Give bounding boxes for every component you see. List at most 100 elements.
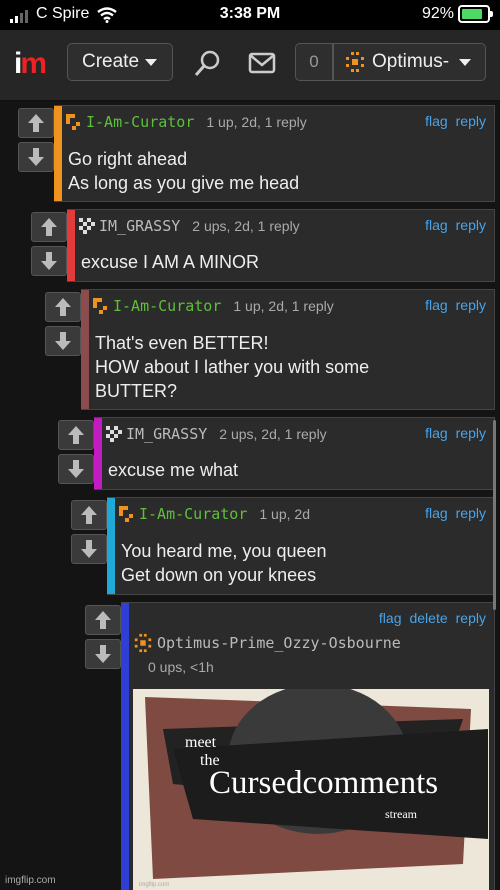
thread-bar (67, 210, 75, 281)
comment: I-Am-Curator 1 up, 2d, 1 reply flag repl… (45, 289, 495, 410)
comment-username[interactable]: I-Am-Curator (139, 505, 247, 523)
thread-bar (81, 290, 89, 409)
upvote-button[interactable] (71, 500, 107, 530)
comment-actions: flag reply (425, 217, 486, 233)
reply-link[interactable]: reply (456, 113, 486, 129)
flag-link[interactable]: flag (425, 217, 448, 233)
comment: IM_GRASSY 2 ups, 2d, 1 reply flag reply … (58, 417, 495, 490)
flag-link[interactable]: flag (425, 425, 448, 441)
downvote-button[interactable] (71, 534, 107, 564)
comment-actions: flag delete reply (379, 610, 486, 626)
create-label: Create (82, 51, 140, 72)
thread-bar (107, 498, 115, 594)
vote-controls (69, 498, 107, 568)
user-avatar-icon (93, 298, 107, 314)
arrow-down-icon (41, 252, 57, 270)
downvote-button[interactable] (58, 454, 94, 484)
create-button[interactable]: Create (67, 43, 173, 81)
search-icon[interactable] (193, 48, 223, 78)
status-bar: C Spire 3:38 PM 92% (0, 0, 500, 30)
imgflip-logo[interactable]: im (14, 47, 47, 81)
scrollbar[interactable] (493, 420, 496, 610)
notification-count-button[interactable]: 0 (295, 43, 333, 81)
comment: I-Am-Curator 1 up, 2d flag reply You hea… (71, 497, 495, 595)
user-avatar-icon (106, 426, 122, 442)
chevron-down-icon (145, 58, 158, 66)
vote-controls (43, 290, 81, 360)
imgflip-watermark: imgflip.com (5, 875, 56, 886)
downvote-button[interactable] (31, 246, 67, 276)
vote-controls (29, 210, 67, 280)
comment-text: excuse I AM A MINOR (81, 252, 260, 272)
comment-meta: 1 up, 2d, 1 reply (233, 298, 334, 314)
comment-username[interactable]: I-Am-Curator (86, 113, 194, 131)
comment-actions: flag reply (425, 113, 486, 129)
comment-text: Go right ahead As long as you give me he… (68, 149, 300, 193)
thread-bar (121, 603, 129, 890)
upvote-button[interactable] (45, 292, 81, 322)
reply-link[interactable]: reply (456, 425, 486, 441)
upvote-button[interactable] (85, 605, 121, 635)
comment: IM_GRASSY 2 ups, 2d, 1 reply flag reply … (31, 209, 495, 282)
comment-username[interactable]: IM_GRASSY (126, 425, 207, 443)
reply-link[interactable]: reply (456, 505, 486, 521)
comment-username[interactable]: Optimus-Prime_Ozzy-Osbourne (157, 634, 401, 652)
flag-link[interactable]: flag (425, 113, 448, 129)
battery-status: 92% (421, 5, 493, 23)
chevron-down-icon (459, 58, 472, 66)
user-avatar-icon (66, 114, 80, 130)
flag-link[interactable]: flag (425, 505, 448, 521)
comment-actions: flag reply (425, 425, 486, 441)
reply-link[interactable]: reply (456, 610, 486, 626)
arrow-up-icon (41, 218, 57, 236)
comment-text: You heard me, you queen Get down on your… (121, 541, 327, 585)
comment-text: excuse me what (108, 460, 239, 480)
comment-header: I-Am-Curator 1 up, 2d, 1 reply (66, 112, 486, 132)
comment-actions: flag reply (425, 505, 486, 521)
comment-meta: 0 ups, <1h (148, 659, 214, 675)
user-avatar-icon (134, 633, 152, 653)
arrow-down-icon (95, 645, 111, 663)
comment-meta: 2 ups, 2d, 1 reply (192, 218, 300, 234)
reply-link[interactable]: reply (456, 297, 486, 313)
arrow-up-icon (81, 506, 97, 524)
vote-controls (16, 106, 54, 176)
arrow-up-icon (55, 298, 71, 316)
comment-image[interactable]: meet the Cursedcomments stream imgflip.c… (133, 689, 489, 890)
battery-icon (458, 5, 493, 23)
comment-username[interactable]: IM_GRASSY (99, 217, 180, 235)
comment: flag delete reply Optimus-Prime_Ozzy-Osb… (85, 602, 495, 890)
upvote-button[interactable] (58, 420, 94, 450)
arrow-up-icon (28, 114, 44, 132)
downvote-button[interactable] (45, 326, 81, 356)
meme-subtitle: stream (385, 807, 417, 821)
arrow-up-icon (95, 611, 111, 629)
comment-header: Optimus-Prime_Ozzy-Osbourne (133, 633, 486, 653)
downvote-button[interactable] (18, 142, 54, 172)
meme-watermark: imgflip.com (139, 882, 170, 888)
user-avatar-icon (79, 218, 95, 234)
user-menu-button[interactable]: Optimus- (333, 43, 486, 81)
comment-username[interactable]: I-Am-Curator (113, 297, 221, 315)
reply-link[interactable]: reply (456, 217, 486, 233)
comment: I-Am-Curator 1 up, 2d, 1 reply flag repl… (18, 105, 495, 202)
mail-icon[interactable] (248, 52, 276, 74)
upvote-button[interactable] (31, 212, 67, 242)
comment-meta: 1 up, 2d (259, 506, 310, 522)
flag-link[interactable]: flag (425, 297, 448, 313)
arrow-down-icon (81, 540, 97, 558)
flag-link[interactable]: flag (379, 610, 402, 626)
upvote-button[interactable] (18, 108, 54, 138)
delete-link[interactable]: delete (409, 610, 447, 626)
arrow-down-icon (55, 332, 71, 350)
downvote-button[interactable] (85, 639, 121, 669)
vote-controls (83, 603, 121, 673)
battery-percent: 92% (421, 5, 454, 22)
arrow-down-icon (68, 460, 84, 478)
user-avatar-icon (119, 506, 133, 522)
username-label: Optimus- (372, 51, 450, 72)
thread-bar (54, 106, 62, 201)
thread-bar (94, 418, 102, 489)
arrow-down-icon (28, 148, 44, 166)
comment-text: That's even BETTER! HOW about I lather y… (95, 333, 370, 401)
